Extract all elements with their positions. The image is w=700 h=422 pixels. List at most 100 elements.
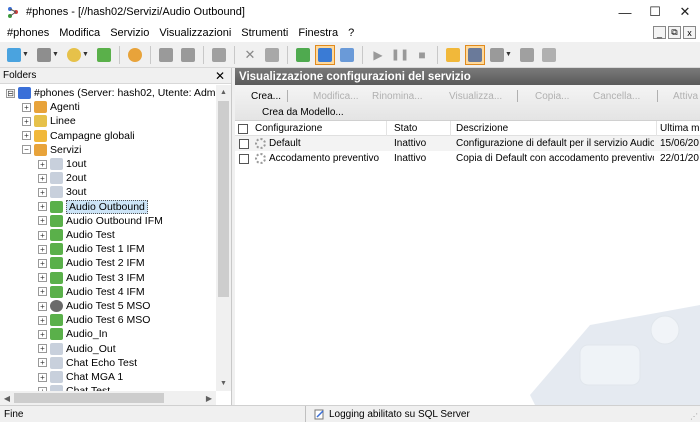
menu-modifica[interactable]: Modifica bbox=[54, 27, 105, 39]
tree-node[interactable]: + Linee bbox=[22, 114, 76, 128]
tree-expander-icon[interactable]: + bbox=[38, 273, 47, 283]
tree-node[interactable]: +1out bbox=[38, 157, 86, 171]
tb-window-button[interactable] bbox=[517, 45, 537, 65]
tb-grid-button[interactable] bbox=[337, 45, 357, 65]
tree-expander-icon[interactable]: + bbox=[38, 202, 47, 212]
tree-node[interactable]: + Audio Test 2 IFM bbox=[38, 256, 145, 270]
tb-add-button[interactable] bbox=[94, 45, 114, 65]
tree-expander-icon[interactable]: + bbox=[38, 372, 47, 382]
col-stato[interactable]: Stato bbox=[391, 121, 451, 136]
action-cancella[interactable]: Cancella... bbox=[593, 89, 640, 103]
tree-node[interactable]: ⊟ #phones (Server: hash02, Utente: Admini… bbox=[6, 86, 216, 100]
menu-strumenti[interactable]: Strumenti bbox=[236, 27, 293, 39]
tree-horizontal-scrollbar[interactable]: ◀ ▶ bbox=[0, 391, 216, 405]
tree-node[interactable]: − Servizi bbox=[22, 143, 82, 157]
menu-visualizzazioni[interactable]: Visualizzazioni bbox=[154, 27, 236, 39]
tree-node[interactable]: +2out bbox=[38, 171, 86, 185]
tree-node[interactable]: +3out bbox=[38, 185, 86, 199]
tb-layout-button[interactable]: ▼ bbox=[487, 45, 515, 65]
tree-expander-icon[interactable]: + bbox=[38, 216, 47, 226]
row-checkbox[interactable] bbox=[239, 136, 249, 151]
row-checkbox[interactable] bbox=[239, 151, 249, 166]
tree-node[interactable]: + Audio Outbound bbox=[38, 199, 148, 214]
action-crea-da-modello[interactable]: Crea da Modello... bbox=[262, 105, 344, 119]
col-configurazione[interactable]: Configurazione bbox=[235, 121, 387, 136]
tb-settings-button[interactable]: ▼ bbox=[64, 45, 92, 65]
tree-vertical-scrollbar[interactable]: ▲ ▼ bbox=[216, 85, 231, 391]
menu-help[interactable]: ? bbox=[343, 27, 359, 39]
tree-node[interactable]: + Audio Test 4 IFM bbox=[38, 285, 145, 299]
action-crea[interactable]: Crea... bbox=[251, 89, 281, 103]
tree-expander-icon[interactable]: + bbox=[22, 131, 31, 141]
select-all-checkbox[interactable] bbox=[238, 123, 248, 134]
tb-doc-button[interactable] bbox=[293, 45, 313, 65]
tree-node[interactable]: + Audio_In bbox=[38, 327, 107, 341]
tb-table-button[interactable] bbox=[539, 45, 559, 65]
tb-user-button[interactable] bbox=[125, 45, 145, 65]
tree-expander-icon[interactable]: − bbox=[22, 145, 31, 155]
tb-stop-button[interactable]: ■ bbox=[412, 45, 432, 65]
tb-import-button[interactable] bbox=[156, 45, 176, 65]
tb-export-button[interactable] bbox=[178, 45, 198, 65]
mdi-close-button[interactable]: x bbox=[683, 26, 696, 39]
tree-expander-icon[interactable]: + bbox=[38, 187, 47, 197]
maximize-button[interactable]: ☐ bbox=[640, 0, 670, 24]
scroll-down-arrow[interactable]: ▼ bbox=[216, 376, 231, 391]
tree-expander-icon[interactable]: + bbox=[22, 102, 31, 112]
minimize-button[interactable]: — bbox=[610, 0, 640, 24]
action-rinomina[interactable]: Rinomina... bbox=[372, 89, 423, 103]
mdi-minimize-button[interactable]: _ bbox=[653, 26, 666, 39]
tree-expander-icon[interactable]: + bbox=[38, 173, 47, 183]
tree-expander-icon[interactable]: + bbox=[38, 287, 47, 297]
tree-expander-icon[interactable]: + bbox=[22, 116, 31, 126]
tree-node[interactable]: +Chat Test bbox=[38, 384, 110, 391]
tb-new-button[interactable]: ▼ bbox=[4, 45, 32, 65]
tree-expander-icon[interactable]: + bbox=[38, 315, 47, 325]
tree-node[interactable]: + Audio Test bbox=[38, 228, 115, 242]
tree-node[interactable]: + Chat Echo Test bbox=[38, 356, 137, 370]
tb-folder-button[interactable] bbox=[443, 45, 463, 65]
action-modifica[interactable]: Modifica... bbox=[313, 89, 359, 103]
table-row[interactable]: Default Inattivo Configurazione di defau… bbox=[235, 136, 700, 151]
tree-expander-icon[interactable]: ⊟ bbox=[6, 88, 15, 98]
tree-node[interactable]: + Audio Test 3 IFM bbox=[38, 271, 145, 285]
tree-expander-icon[interactable]: + bbox=[38, 244, 47, 254]
action-copia[interactable]: Copia... bbox=[535, 89, 569, 103]
close-button[interactable]: ✕ bbox=[670, 0, 700, 24]
tree-expander-icon[interactable]: + bbox=[38, 258, 47, 268]
tb-tools-button[interactable]: ▼ bbox=[34, 45, 62, 65]
tree-node[interactable]: + Agenti bbox=[22, 100, 80, 114]
col-ultima-modifica[interactable]: Ultima m bbox=[657, 121, 700, 136]
resize-grip[interactable]: ⋰ bbox=[690, 412, 698, 421]
tb-play-button[interactable]: ▶ bbox=[368, 45, 388, 65]
tree-expander-icon[interactable]: + bbox=[38, 344, 47, 354]
tb-cut-button[interactable]: ✕ bbox=[240, 45, 260, 65]
tree-node[interactable]: + Chat MGA 1 bbox=[38, 370, 123, 384]
table-row[interactable]: Accodamento preventivo Inattivo Copia di… bbox=[235, 151, 700, 166]
action-visualizza[interactable]: Visualizza... bbox=[449, 89, 502, 103]
tb-pane-button[interactable] bbox=[465, 44, 485, 65]
menu-servizio[interactable]: Servizio bbox=[105, 27, 154, 39]
scroll-thumb[interactable] bbox=[218, 101, 229, 297]
tree-node[interactable]: + Audio Test 1 IFM bbox=[38, 242, 145, 256]
tree-node[interactable]: + Audio Test 6 MSO bbox=[38, 313, 150, 327]
mdi-restore-button[interactable]: ⧉ bbox=[668, 26, 681, 39]
action-attiva[interactable]: Attiva bbox=[673, 89, 698, 103]
tree-node[interactable]: + Audio Test 5 MSO bbox=[38, 299, 150, 313]
tree-expander-icon[interactable]: + bbox=[38, 159, 47, 169]
tb-view-button[interactable] bbox=[315, 44, 335, 65]
tree-node[interactable]: + Audio Outbound IFM bbox=[38, 214, 163, 228]
tree-expander-icon[interactable]: + bbox=[38, 329, 47, 339]
scroll-left-arrow[interactable]: ◀ bbox=[0, 391, 14, 405]
tree-expander-icon[interactable]: + bbox=[38, 301, 47, 311]
menu-phones[interactable]: #phones bbox=[2, 27, 54, 39]
tree-expander-icon[interactable]: + bbox=[38, 358, 47, 368]
scroll-up-arrow[interactable]: ▲ bbox=[216, 85, 231, 100]
scroll-right-arrow[interactable]: ▶ bbox=[202, 391, 216, 405]
tb-chart-button[interactable] bbox=[209, 45, 229, 65]
tb-copy-button[interactable] bbox=[262, 45, 282, 65]
tree-expander-icon[interactable]: + bbox=[38, 230, 47, 240]
tb-pause-button[interactable]: ❚❚ bbox=[390, 45, 410, 65]
folders-close-button[interactable]: ✕ bbox=[215, 69, 225, 83]
hscroll-thumb[interactable] bbox=[14, 393, 164, 403]
